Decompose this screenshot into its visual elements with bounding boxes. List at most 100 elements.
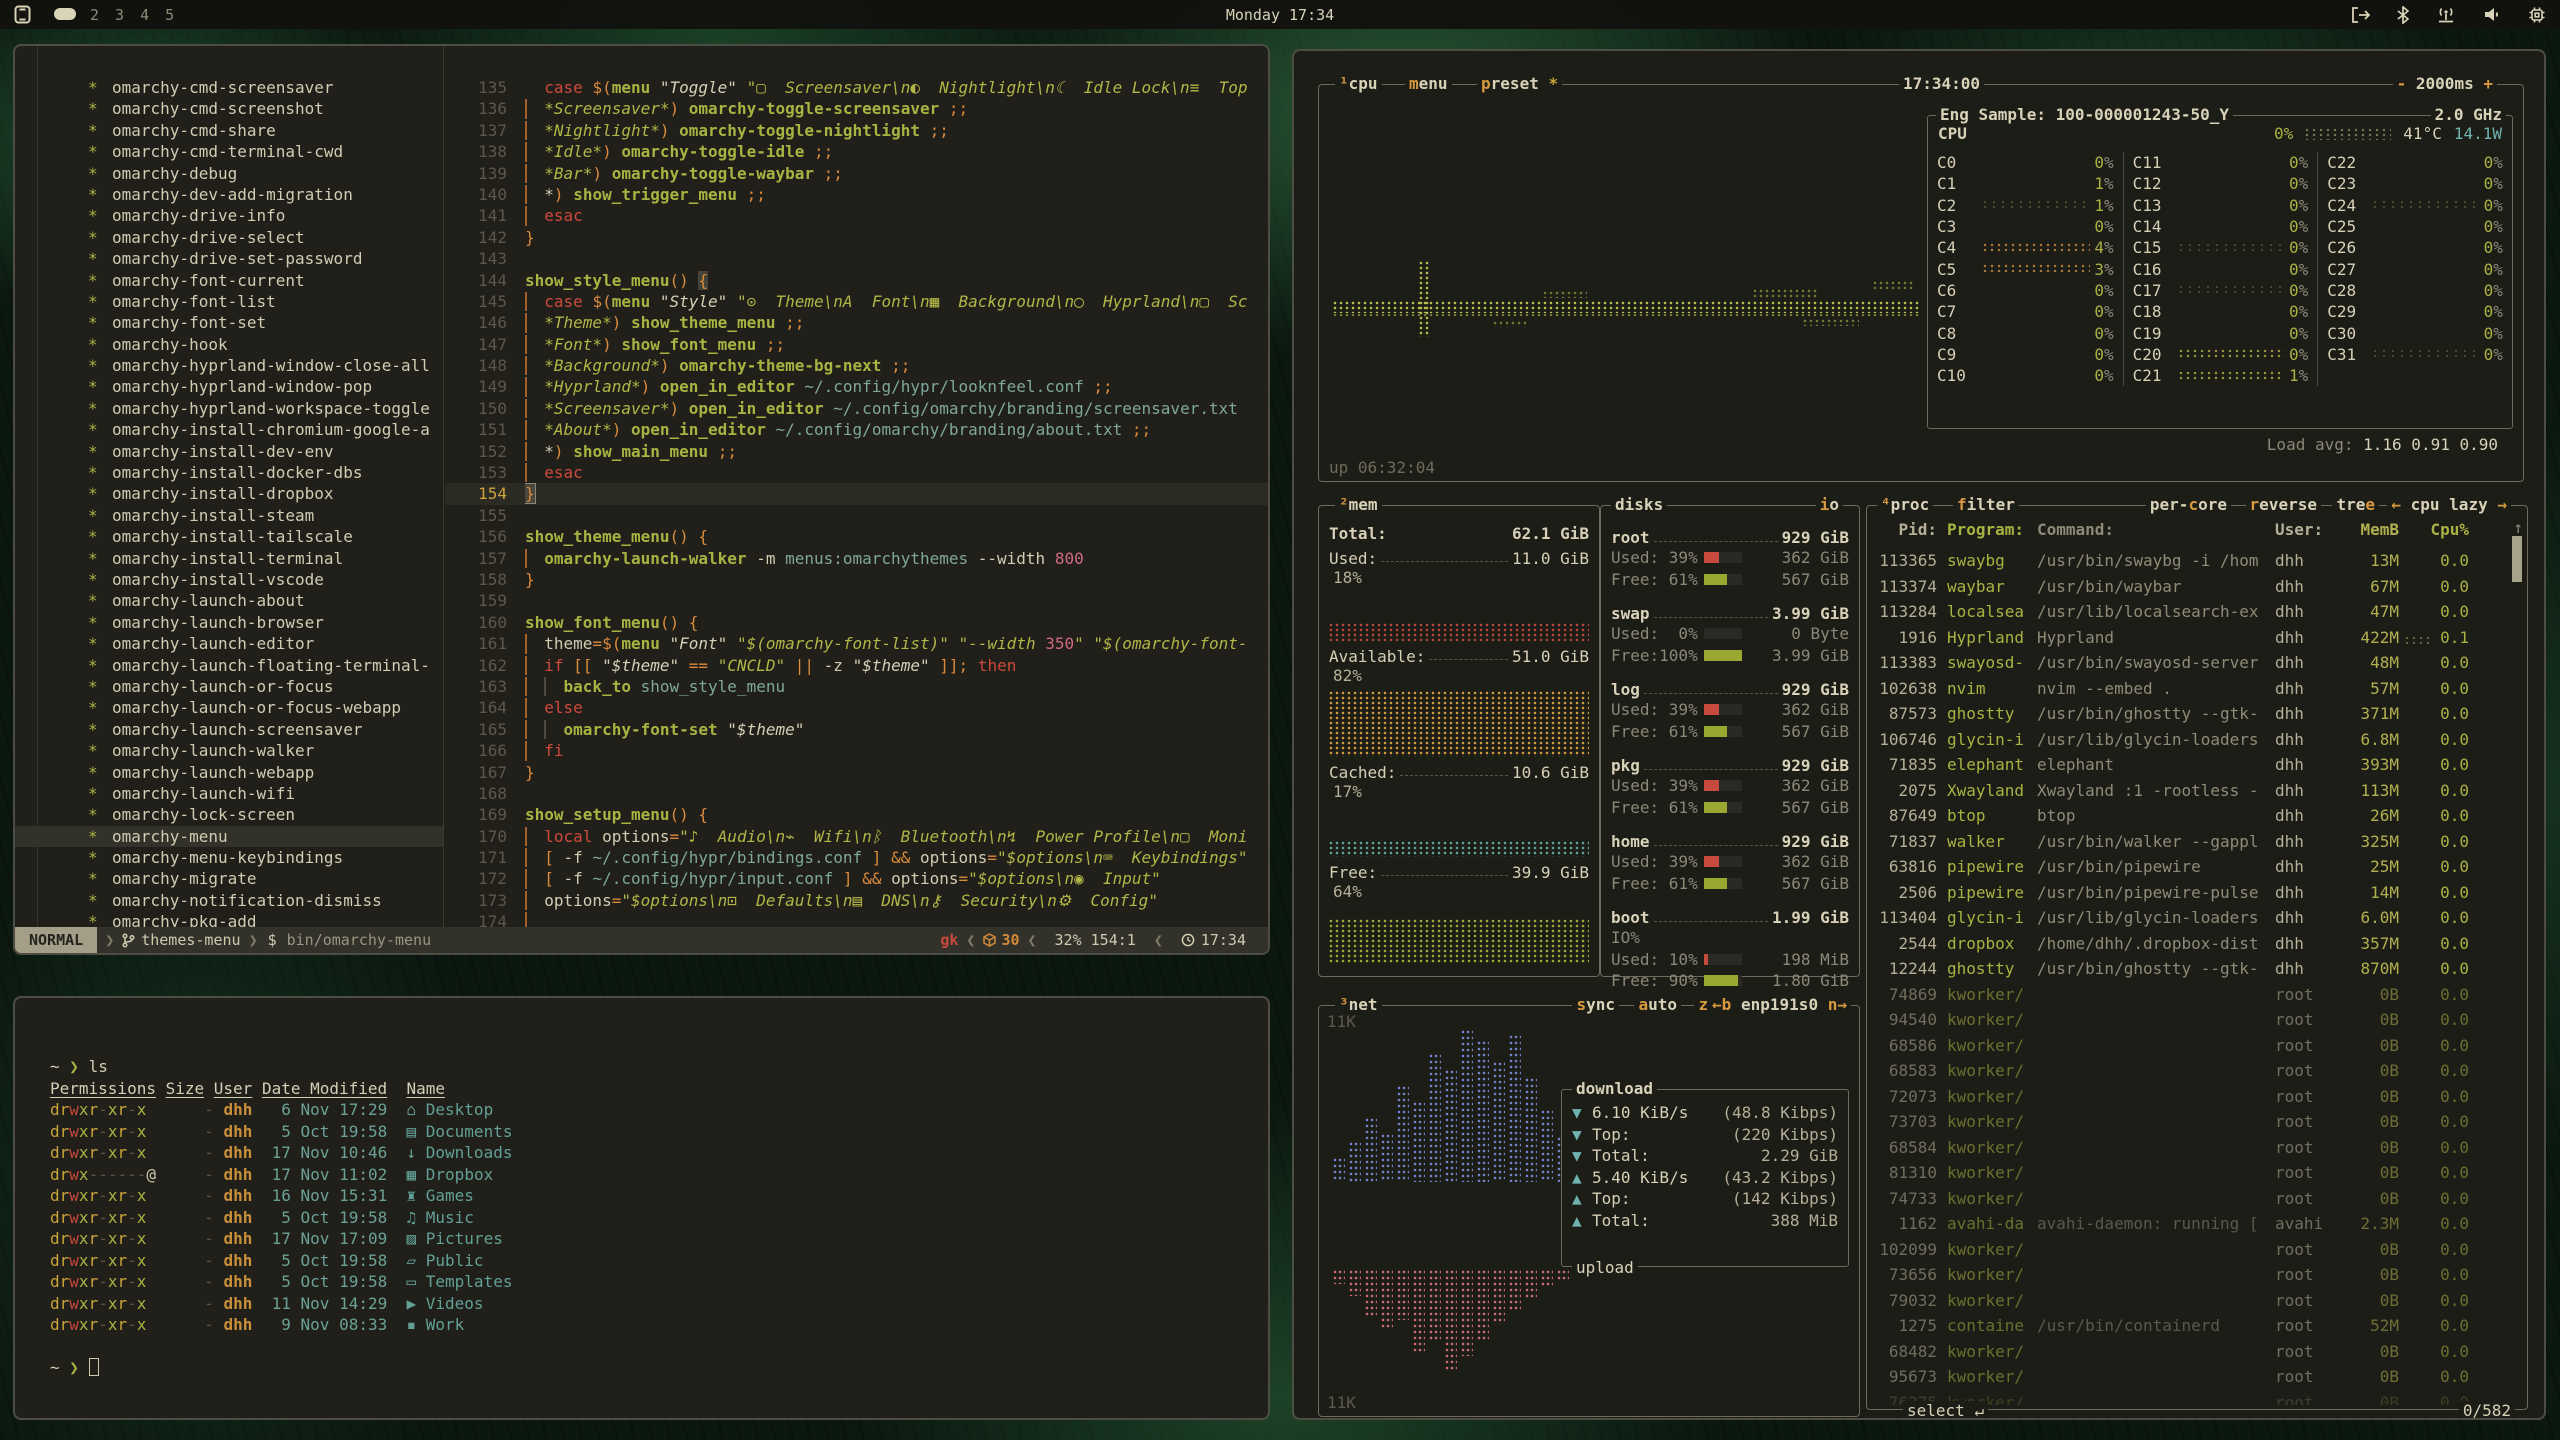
clock[interactable]: Monday 17:34 [1226,6,1334,24]
code-line[interactable]: 166 fi [445,740,1268,761]
process-row[interactable]: 113284localsea/usr/lib/localsearch-exdhh… [1873,599,2505,625]
process-row[interactable]: 2544dropbox/home/dhh/.dropbox-distdhh357… [1873,931,2505,957]
process-row[interactable]: 74869kworker/root0B0.0 [1873,982,2505,1008]
file-item[interactable]: *omarchy-install-docker-dbs [15,462,443,483]
file-item[interactable]: *omarchy-menu-keybindings [15,847,443,868]
file-item[interactable]: *omarchy-migrate [15,868,443,889]
code-line[interactable]: 156show_theme_menu() { [445,526,1268,547]
workspace-4[interactable]: 4 [140,6,149,24]
omarchy-logo-icon[interactable] [13,5,32,24]
file-item[interactable]: *omarchy-launch-walker [15,740,443,761]
code-line[interactable]: 159 [445,590,1268,611]
code-line[interactable]: 152 *) show_main_menu ;; [445,441,1268,462]
filter-button[interactable]: filter [1953,495,2019,514]
code-line[interactable]: 169show_setup_menu() { [445,804,1268,825]
process-row[interactable]: 102638nvimnvim --embed .dhh57M0.0 [1873,676,2505,702]
code-line[interactable]: 158} [445,569,1268,590]
file-item[interactable]: *omarchy-launch-editor [15,633,443,654]
file-item[interactable]: *omarchy-lock-screen [15,804,443,825]
terminal-window[interactable]: ~ ❯ lsPermissions Size User Date Modifie… [13,996,1270,1420]
process-row[interactable]: 1162avahi-daavahi-daemon: running [avahi… [1873,1211,2505,1237]
code-line[interactable]: 171 [ -f ~/.config/hypr/bindings.conf ] … [445,847,1268,868]
process-row[interactable]: 74733kworker/root0B0.0 [1873,1186,2505,1212]
code-line[interactable]: 135 case $(menu "Toggle" "▢ Screensaver\… [445,77,1268,98]
code-line[interactable]: 160show_font_menu() { [445,612,1268,633]
bluetooth-icon[interactable] [2397,6,2409,24]
process-row[interactable]: 87649btopbtopdhh26M0.0 [1873,803,2505,829]
code-line[interactable]: 154} [445,483,1268,504]
file-item[interactable]: *omarchy-install-dev-env [15,441,443,462]
code-line[interactable]: 139 *Bar*) omarchy-toggle-waybar ;; [445,163,1268,184]
code-pane[interactable]: 135 case $(menu "Toggle" "▢ Screensaver\… [445,46,1268,929]
process-row[interactable]: 73656kworker/root0B0.0 [1873,1262,2505,1288]
process-row[interactable]: 79032kworker/root0B0.0 [1873,1288,2505,1314]
proc-tab[interactable]: ⁴proc [1877,495,1933,514]
file-item[interactable]: *omarchy-debug [15,163,443,184]
code-line[interactable]: 165 omarchy-font-set "$theme" [445,719,1268,740]
network-icon[interactable] [2435,6,2457,23]
file-item[interactable]: *omarchy-hyprland-window-pop [15,376,443,397]
auto-button[interactable]: auto [1634,995,1681,1014]
workspace-5[interactable]: 5 [165,6,174,24]
code-line[interactable]: 168 [445,783,1268,804]
file-item[interactable]: *omarchy-launch-screensaver [15,719,443,740]
file-item[interactable]: *omarchy-launch-floating-terminal- [15,655,443,676]
process-row[interactable]: 81310kworker/root0B0.0 [1873,1160,2505,1186]
process-row[interactable]: 113374waybar/usr/bin/waybardhh67M0.0 [1873,574,2505,600]
process-row[interactable]: 113383swayosd-/usr/bin/swayosd-serverdhh… [1873,650,2505,676]
file-item[interactable]: *omarchy-launch-or-focus [15,676,443,697]
file-item[interactable]: *omarchy-hyprland-window-close-all [15,355,443,376]
file-item[interactable]: *omarchy-cmd-screenshot [15,98,443,119]
file-item[interactable]: *omarchy-launch-webapp [15,762,443,783]
file-item[interactable]: *omarchy-font-set [15,312,443,333]
code-line[interactable]: 167} [445,762,1268,783]
code-line[interactable]: 164 else [445,697,1268,718]
process-row[interactable]: 94540kworker/root0B0.0 [1873,1007,2505,1033]
workspace-3[interactable]: 3 [115,6,124,24]
file-item[interactable]: *omarchy-install-terminal [15,548,443,569]
process-row[interactable]: 72073kworker/root0B0.0 [1873,1084,2505,1110]
process-row[interactable]: 95673kworker/root0B0.0 [1873,1364,2505,1390]
process-row[interactable]: 68482kworker/root0B0.0 [1873,1339,2505,1365]
code-line[interactable]: 173 options="$options\n⊡ Defaults\n▤ DNS… [445,890,1268,911]
code-line[interactable]: 142} [445,227,1268,248]
file-item[interactable]: *omarchy-hyprland-workspace-toggle [15,398,443,419]
code-line[interactable]: 146 *Theme*) show_theme_menu ;; [445,312,1268,333]
tree-button[interactable]: tree [2332,495,2379,514]
code-line[interactable]: 153 esac [445,462,1268,483]
select-hint[interactable]: select ↵ [1903,1401,1988,1420]
code-line[interactable]: 138 *Idle*) omarchy-toggle-idle ;; [445,141,1268,162]
process-row[interactable]: 2506pipewire/usr/bin/pipewire-pulsedhh14… [1873,880,2505,906]
file-item[interactable]: *omarchy-cmd-share [15,120,443,141]
file-item[interactable]: *omarchy-drive-set-password [15,248,443,269]
code-line[interactable]: 148 *Background*) omarchy-theme-bg-next … [445,355,1268,376]
process-row[interactable]: 106746glycin-i/usr/lib/glycin-loadersdhh… [1873,727,2505,753]
process-row[interactable]: 102099kworker/root0B0.0 [1873,1237,2505,1263]
preset-button[interactable]: preset * [1477,74,1562,93]
file-item[interactable]: *omarchy-drive-info [15,205,443,226]
process-row[interactable]: 1275containe/usr/bin/containerdroot52M0.… [1873,1313,2505,1339]
process-row[interactable]: 68583kworker/root0B0.0 [1873,1058,2505,1084]
process-row[interactable]: 1916HyprlandHyprlanddhh422M0.1 [1873,625,2505,651]
code-line[interactable]: 147 *Font*) show_font_menu ;; [445,334,1268,355]
cpu-tab[interactable]: ¹cpu [1335,74,1382,93]
file-item[interactable]: *omarchy-cmd-screensaver [15,77,443,98]
code-line[interactable]: 140 *) show_trigger_menu ;; [445,184,1268,205]
file-item[interactable]: *omarchy-hook [15,334,443,355]
code-line[interactable]: 157 omarchy-launch-walker -m menus:omarc… [445,548,1268,569]
process-row[interactable]: 68586kworker/root0B0.0 [1873,1033,2505,1059]
process-row[interactable]: 68584kworker/root0B0.0 [1873,1135,2505,1161]
code-line[interactable]: 137 *Nightlight*) omarchy-toggle-nightli… [445,120,1268,141]
code-line[interactable]: 170 local options="♪ Audio\n⌁ Wifi\nᛒ Bl… [445,826,1268,847]
menu-button[interactable]: menu [1405,74,1452,93]
sync-button[interactable]: sync [1572,995,1619,1014]
code-line[interactable]: 150 *Screensaver*) open_in_editor ~/.con… [445,398,1268,419]
file-item[interactable]: *omarchy-drive-select [15,227,443,248]
code-line[interactable]: 172 [ -f ~/.config/hypr/input.conf ] && … [445,868,1268,889]
file-item[interactable]: *omarchy-font-list [15,291,443,312]
file-item[interactable]: *omarchy-cmd-terminal-cwd [15,141,443,162]
code-line[interactable]: 155 [445,505,1268,526]
file-item[interactable]: *omarchy-install-vscode [15,569,443,590]
file-item[interactable]: *omarchy-launch-or-focus-webapp [15,697,443,718]
file-item[interactable]: *omarchy-launch-wifi [15,783,443,804]
